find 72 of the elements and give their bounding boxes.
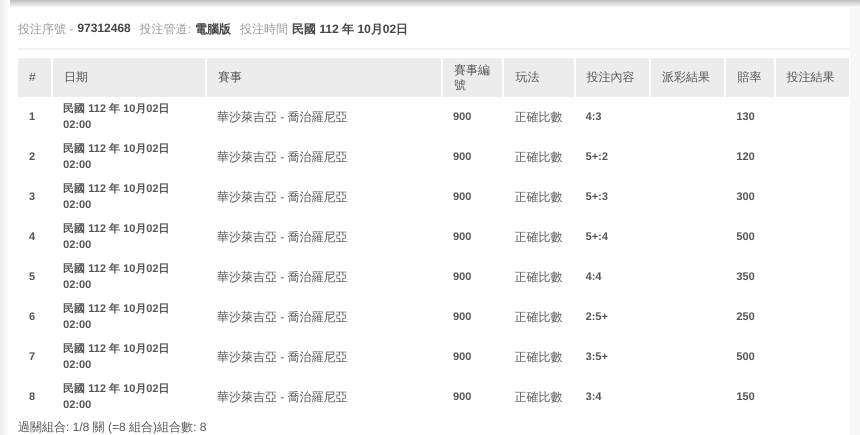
table-cell-text: 正確比數 [513, 388, 564, 406]
summary-label: 投注時間 [240, 21, 288, 38]
table-cell: 正確比數 [503, 97, 575, 137]
date-cell-text: 民國 112 年 10月02日 02:00 [63, 142, 171, 173]
table-cell-text: 250 [735, 310, 756, 325]
table-cell: 4:3 [574, 97, 650, 137]
column-header: 賽事編號 [442, 58, 504, 97]
table-cell-text: 900 [452, 150, 472, 165]
table-cell-text: 3:4 [584, 390, 603, 405]
table-cell-text: 8 [28, 390, 36, 405]
table-cell-text: 3:5+ [584, 350, 609, 365]
table-cell-text: 4:4 [584, 270, 603, 285]
table-cell-text: 華沙萊吉亞 - 喬治羅尼亞 [216, 228, 349, 246]
table-cell-text: 正確比數 [513, 228, 564, 246]
table-cell-text: 900 [452, 310, 472, 325]
column-header: 派彩結果 [650, 58, 726, 97]
column-header: # [18, 58, 52, 97]
table-cell-text: 150 [735, 390, 756, 405]
parlay-summary: 過關組合: 1/8 關 (=8 組合)組合數: 8 [18, 419, 208, 435]
table-cell-text: 正確比數 [513, 308, 564, 326]
column-header: 玩法 [503, 58, 575, 97]
table-cell-text: 7 [28, 350, 36, 365]
table-cell-text: 正確比數 [513, 348, 564, 366]
date-cell-text: 民國 112 年 10月02日 02:00 [63, 382, 171, 413]
date-cell-text: 民國 112 年 10月02日 02:00 [63, 102, 171, 133]
table-cell: 900 [442, 97, 504, 137]
column-header: 投注內容 [574, 58, 650, 97]
table-cell-text: 5+:4 [584, 230, 609, 245]
table-cell: 華沙萊吉亞 - 喬治羅尼亞 [206, 97, 442, 137]
summary-value: 電腦版 [195, 21, 232, 38]
date-cell-text: 民國 112 年 10月02日 02:00 [63, 222, 171, 253]
summary-value: 97312468 [77, 21, 131, 37]
table-cell-text: 900 [452, 270, 472, 285]
table-cell-text: 900 [452, 390, 472, 405]
table-cell-text: 正確比數 [513, 188, 564, 206]
table-cell-text: 5+:2 [584, 150, 609, 165]
table-cell-text: 500 [735, 350, 756, 365]
summary-label: 投注序號 - [18, 21, 74, 38]
table-cell-text: 4 [28, 230, 36, 245]
table-cell-text: 華沙萊吉亞 - 喬治羅尼亞 [216, 388, 349, 406]
column-header: 日期 [52, 58, 206, 97]
date-cell-text: 民國 112 年 10月02日 02:00 [63, 262, 171, 293]
table-cell-text: 2:5+ [584, 310, 609, 325]
summary-value: 民國 112 年 10月02日 [292, 21, 408, 38]
table-cell-text: 120 [735, 150, 756, 165]
table-cell-text: 500 [735, 230, 756, 245]
column-header: 賽事 [206, 58, 442, 97]
table-cell: 1 [18, 97, 52, 137]
table-cell-text: 900 [452, 230, 472, 245]
table-cell-text: 正確比數 [513, 148, 564, 166]
table-cell-text: 5+:3 [584, 190, 609, 205]
table-cell-text: 華沙萊吉亞 - 喬治羅尼亞 [216, 308, 349, 326]
table-cell-text: 3 [28, 190, 36, 205]
table-cell-text: 2 [28, 150, 36, 165]
table-cell-text: 900 [452, 350, 472, 365]
table-cell-text: 華沙萊吉亞 - 喬治羅尼亞 [216, 348, 349, 366]
table-cell-text: 350 [735, 270, 756, 285]
column-header: 賠率 [725, 58, 775, 97]
table-cell-text: 900 [452, 190, 472, 205]
date-cell-text: 民國 112 年 10月02日 02:00 [63, 342, 171, 373]
column-header: 投注結果 [774, 58, 849, 97]
summary-label: 投注管道: [140, 21, 192, 38]
date-cell-text: 民國 112 年 10月02日 02:00 [63, 302, 171, 333]
table-cell-text: 華沙萊吉亞 - 喬治羅尼亞 [216, 148, 349, 166]
table-cell-text: 華沙萊吉亞 - 喬治羅尼亞 [216, 188, 349, 206]
table-cell-text: 華沙萊吉亞 - 喬治羅尼亞 [216, 268, 349, 286]
table-cell-text: 6 [28, 310, 36, 325]
date-cell-text: 民國 112 年 10月02日 02:00 [63, 182, 171, 213]
table-cell-text: 5 [28, 270, 36, 285]
table-cell-text: 300 [735, 190, 756, 205]
table-cell-text: 正確比數 [513, 268, 564, 286]
table-cell: 130 [725, 97, 775, 137]
